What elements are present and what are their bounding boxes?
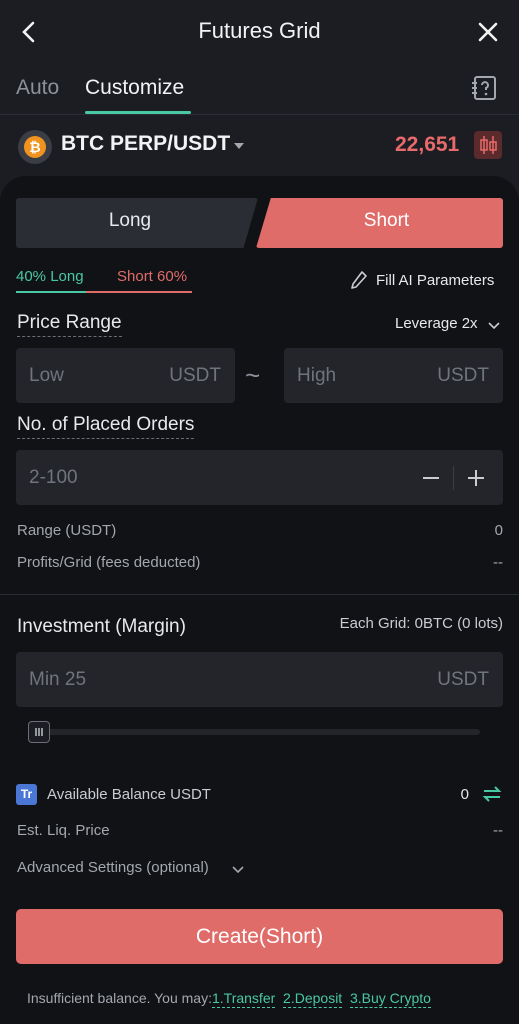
available-balance-label: Available Balance USDT xyxy=(47,786,211,803)
investment-input[interactable]: Min 25 USDT xyxy=(16,652,503,707)
high-price-unit: USDT xyxy=(437,365,489,386)
form-panel xyxy=(0,176,519,1024)
help-guide-icon[interactable] xyxy=(471,74,499,102)
fill-ai-parameters-button[interactable]: Fill AI Parameters xyxy=(376,272,494,289)
long-ratio-bar xyxy=(16,291,86,293)
btc-coin-icon: ₿ xyxy=(18,130,52,164)
deposit-link[interactable]: 2.Deposit xyxy=(283,990,343,1008)
investment-slider-thumb[interactable] xyxy=(28,721,50,743)
transfer-icon[interactable] xyxy=(482,784,502,804)
liq-price-label: Est. Liq. Price xyxy=(17,822,110,839)
last-price: 22,651 xyxy=(395,133,460,156)
placed-orders-placeholder: 2-100 xyxy=(29,467,78,488)
chevron-down-icon[interactable] xyxy=(487,318,501,330)
profit-per-grid-label: Profits/Grid (fees deducted) xyxy=(17,554,201,571)
insufficient-balance-notice: Insufficient balance. You may:1.Transfer… xyxy=(27,990,431,1008)
investment-label: Investment (Margin) xyxy=(17,616,186,637)
divider xyxy=(0,114,519,115)
investment-slider-track[interactable] xyxy=(38,729,480,735)
range-value: 0 xyxy=(494,522,503,539)
short-button-label: Short xyxy=(363,210,410,231)
low-price-unit: USDT xyxy=(169,365,221,386)
short-ratio: Short 60% xyxy=(117,268,188,285)
low-price-input[interactable]: Low USDT xyxy=(16,348,235,403)
available-balance-value: 0 xyxy=(460,786,469,803)
profit-per-grid-value: -- xyxy=(493,554,503,571)
advanced-settings-toggle[interactable]: Advanced Settings (optional) xyxy=(17,859,209,876)
low-price-placeholder: Low xyxy=(29,365,64,386)
stepper-divider xyxy=(453,466,454,490)
close-icon[interactable] xyxy=(476,20,500,44)
investment-unit: USDT xyxy=(437,669,489,690)
tab-auto[interactable]: Auto xyxy=(16,76,59,100)
minus-icon[interactable] xyxy=(421,468,441,488)
trading-account-badge: Tr xyxy=(16,784,37,805)
insufficient-balance-text: Insufficient balance. You may: xyxy=(27,990,212,1006)
short-ratio-bar xyxy=(86,291,192,293)
tab-customize[interactable]: Customize xyxy=(85,76,184,100)
buy-crypto-link[interactable]: 3.Buy Crypto xyxy=(349,990,431,1008)
transfer-link[interactable]: 1.Transfer xyxy=(211,990,276,1008)
plus-icon[interactable] xyxy=(466,468,486,488)
range-separator: ~ xyxy=(245,360,261,390)
trading-pair-selector[interactable]: BTC PERP/USDT xyxy=(61,132,230,156)
investment-placeholder: Min 25 xyxy=(29,669,87,690)
pen-icon[interactable] xyxy=(350,270,368,290)
chevron-down-icon[interactable] xyxy=(232,862,244,874)
high-price-placeholder: High xyxy=(297,365,337,386)
leverage-selector[interactable]: Leverage 2x xyxy=(395,315,478,332)
create-short-button[interactable]: Create(Short) xyxy=(16,909,503,964)
divider xyxy=(0,594,519,595)
long-button-label: Long xyxy=(108,210,152,231)
placed-orders-label: No. of Placed Orders xyxy=(17,414,195,439)
range-label: Range (USDT) xyxy=(17,522,117,539)
high-price-input[interactable]: High USDT xyxy=(284,348,503,403)
long-ratio: 40% Long xyxy=(16,268,84,285)
page-title: Futures Grid xyxy=(198,18,321,43)
liq-price-value: -- xyxy=(493,822,503,839)
candlestick-chart-icon[interactable] xyxy=(474,131,502,159)
each-grid-amount: Each Grid: 0BTC (0 lots) xyxy=(339,615,503,632)
price-range-label: Price Range xyxy=(17,312,122,337)
caret-down-icon[interactable] xyxy=(233,138,245,149)
